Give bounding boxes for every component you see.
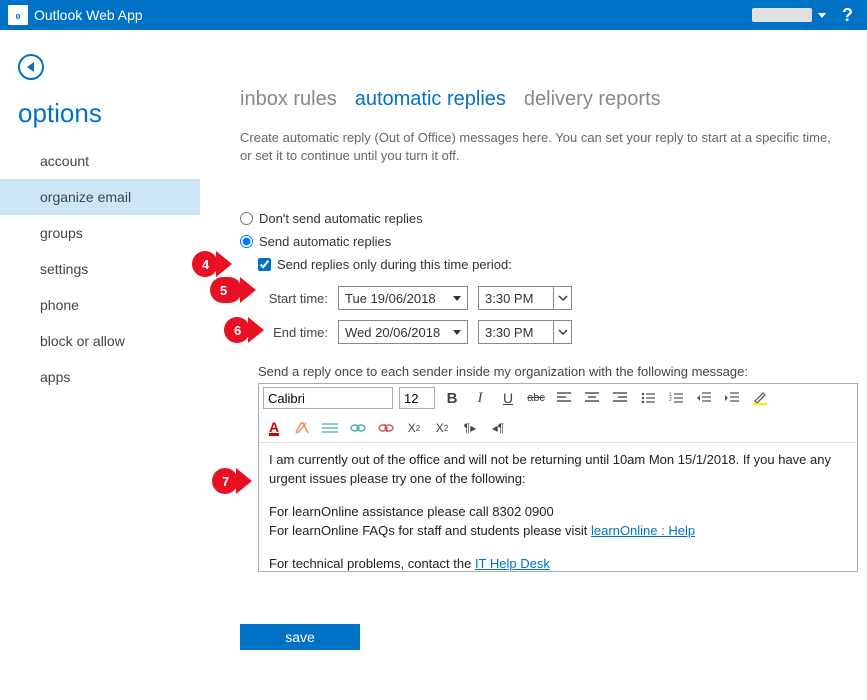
sidebar-item-settings[interactable]: settings [0,251,200,287]
save-button[interactable]: save [240,624,360,650]
outlook-logo-icon: o [8,5,28,25]
superscript-button[interactable]: X2 [403,417,425,439]
time-period-grid: Start time: Tue 19/06/2018 3:30 PM End t… [258,286,861,344]
sidebar-item-groups[interactable]: groups [0,215,200,251]
numbering-button[interactable]: 12 [665,387,687,409]
rtl-button[interactable]: ◂¶ [487,417,509,439]
learnonline-help-link[interactable]: learnOnline : Help [591,523,695,538]
main-content: inbox rules automatic replies delivery r… [200,30,867,700]
sidebar-item-block-or-allow[interactable]: block or allow [0,323,200,359]
help-button[interactable]: ? [836,5,859,26]
font-name-input[interactable] [263,387,393,409]
radio-dont-send-label: Don't send automatic replies [259,211,423,226]
start-date-value: Tue 19/06/2018 [345,291,436,306]
radio-send[interactable]: Send automatic replies [240,234,861,249]
sidebar-title: options [18,98,200,129]
link-button[interactable] [347,417,369,439]
sidebar-item-apps[interactable]: apps [0,359,200,395]
editor-toolbar: B I U abc 12 A X2 X2 ¶▸ ◂¶ [259,384,857,443]
highlight-button[interactable] [749,387,771,409]
italic-button[interactable]: I [469,387,491,409]
chevron-down-icon [553,321,571,343]
sidebar: options account organize email groups se… [0,30,200,700]
sidebar-item-account[interactable]: account [0,143,200,179]
start-time-value: 3:30 PM [485,291,533,306]
internal-message-label: Send a reply once to each sender inside … [258,364,861,379]
end-time-value: 3:30 PM [485,325,533,340]
end-time-row: End time: Wed 20/06/2018 3:30 PM [258,320,861,344]
checkbox-time-period-label: Send replies only during this time perio… [277,257,512,272]
ltr-button[interactable]: ¶▸ [459,417,481,439]
indent-button[interactable] [721,387,743,409]
start-date-picker[interactable]: Tue 19/06/2018 [338,286,468,310]
chevron-down-icon[interactable] [818,13,826,18]
radio-dont-send[interactable]: Don't send automatic replies [240,211,861,226]
editor-paragraph: For learnOnline assistance please call 8… [269,503,847,541]
title-bar: o Outlook Web App ? [0,0,867,30]
editor-paragraph: For technical problems, contact the IT H… [269,555,847,572]
editor-body[interactable]: I am currently out of the office and wil… [259,443,857,571]
rich-text-editor: B I U abc 12 A X2 X2 ¶▸ ◂¶ [258,383,858,572]
strikethrough-button[interactable]: abc [525,387,547,409]
tab-delivery-reports[interactable]: delivery reports [524,88,661,111]
end-date-picker[interactable]: Wed 20/06/2018 [338,320,468,344]
font-size-input[interactable] [399,387,435,409]
font-color-button[interactable]: A [263,417,285,439]
chevron-down-icon [553,287,571,309]
end-time-label: End time: [258,325,328,340]
unlink-button[interactable] [375,417,397,439]
align-left-button[interactable] [553,387,575,409]
end-date-value: Wed 20/06/2018 [345,325,440,340]
radio-send-input[interactable] [240,235,253,248]
radio-dont-send-input[interactable] [240,212,253,225]
clear-format-button[interactable] [291,417,313,439]
tab-automatic-replies[interactable]: automatic replies [355,88,506,111]
back-arrow-icon [27,62,34,72]
checkbox-time-period[interactable]: Send replies only during this time perio… [258,257,861,272]
annotation-6: 6 [224,317,250,343]
start-time-row: Start time: Tue 19/06/2018 3:30 PM [258,286,861,310]
page-description: Create automatic reply (Out of Office) m… [240,129,845,165]
start-time-label: Start time: [258,291,328,306]
annotation-7: 7 [212,468,238,494]
outdent-button[interactable] [693,387,715,409]
end-time-picker[interactable]: 3:30 PM [478,320,572,344]
align-center-button[interactable] [581,387,603,409]
bullets-button[interactable] [637,387,659,409]
back-button[interactable] [18,54,44,80]
bold-button[interactable]: B [441,387,463,409]
chevron-down-icon [453,330,461,335]
it-help-desk-link[interactable]: IT Help Desk [475,556,550,571]
svg-text:o: o [16,11,21,22]
chevron-down-icon [453,296,461,301]
tab-inbox-rules[interactable]: inbox rules [240,88,337,111]
underline-button[interactable]: U [497,387,519,409]
user-menu[interactable] [752,8,812,22]
checkbox-time-period-input[interactable] [258,258,271,271]
sidebar-item-organize-email[interactable]: organize email [0,179,200,215]
annotation-5: 5 [210,277,242,303]
sidebar-item-phone[interactable]: phone [0,287,200,323]
svg-text:2: 2 [669,397,672,403]
align-right-button[interactable] [609,387,631,409]
annotation-4: 4 [192,251,218,277]
subscript-button[interactable]: X2 [431,417,453,439]
editor-paragraph: I am currently out of the office and wil… [269,451,847,489]
start-time-picker[interactable]: 3:30 PM [478,286,572,310]
app-title: Outlook Web App [34,7,143,23]
radio-send-label: Send automatic replies [259,234,391,249]
tab-row: inbox rules automatic replies delivery r… [240,88,861,111]
insert-rule-button[interactable] [319,417,341,439]
